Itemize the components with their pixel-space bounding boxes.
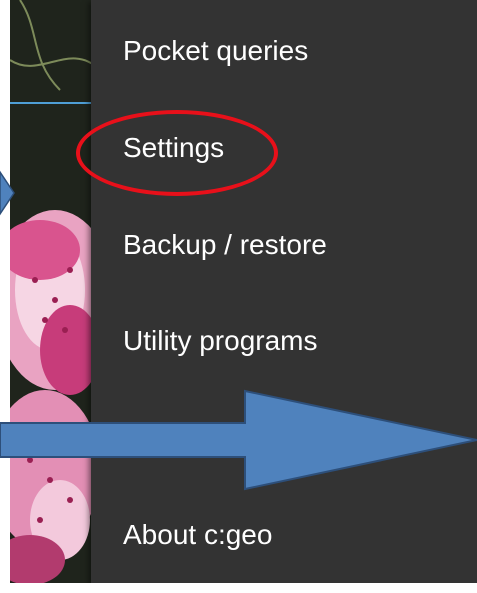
small-arrow-annotation	[0, 170, 15, 216]
bottom-strip	[0, 583, 477, 593]
menu-item-settings[interactable]: Settings	[91, 100, 477, 196]
menu-item-label: About c:geo	[123, 519, 273, 550]
menu-item-label: Pocket queries	[123, 35, 309, 66]
menu-item-label: Backup / restore	[123, 229, 327, 260]
toolbar-divider	[10, 102, 92, 104]
menu-item-label: Utility programs	[123, 325, 318, 356]
blue-arrow-annotation	[0, 389, 477, 491]
menu-item-backup-restore[interactable]: Backup / restore	[91, 197, 477, 293]
menu-item-about[interactable]: About c:geo	[91, 487, 477, 583]
menu-item-utility-programs[interactable]: Utility programs	[91, 293, 477, 389]
menu-item-pocket-queries[interactable]: Pocket queries	[91, 3, 477, 99]
menu-item-label: Settings	[123, 132, 225, 163]
